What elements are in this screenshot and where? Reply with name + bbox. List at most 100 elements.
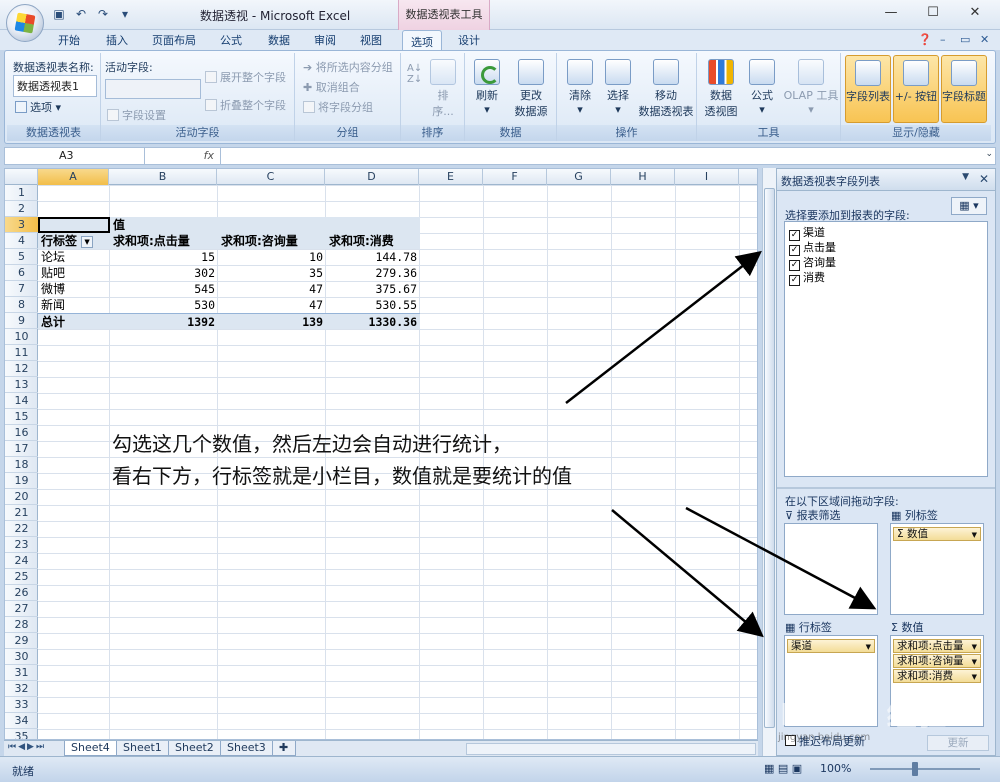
row-header[interactable]: 13 (5, 377, 38, 393)
pivot-row-label[interactable]: 新闻 (38, 297, 110, 313)
column-header[interactable]: A (38, 169, 109, 185)
row-header[interactable]: 28 (5, 617, 38, 633)
pivot-row-label-header[interactable]: 行标签 ▼ (38, 233, 110, 249)
column-header[interactable]: H (611, 169, 675, 185)
plus-minus-button[interactable]: +/- 按钮 (893, 55, 939, 123)
formula-expand-icon[interactable]: ⌄ (985, 149, 993, 159)
column-header[interactable]: B (109, 169, 217, 185)
ungroup-button[interactable]: ✚ 取消组合 (303, 79, 360, 95)
row-header[interactable]: 5 (5, 249, 38, 265)
chip-dropdown-icon[interactable]: ▼ (972, 641, 977, 652)
row-header[interactable]: 2 (5, 201, 38, 217)
clear-button[interactable]: 清除 ▾ (563, 59, 597, 116)
pivot-value[interactable]: 279.36 (326, 265, 420, 281)
field-settings-button[interactable]: 字段设置 (107, 107, 166, 123)
column-chip-values[interactable]: Σ 数值 ▼ (893, 527, 981, 541)
ribbon-restore-icon[interactable]: ▭ (960, 33, 970, 46)
customize-qat-icon[interactable]: ▾ (116, 6, 134, 22)
chip-dropdown-icon[interactable]: ▼ (972, 671, 977, 682)
sheet-tab[interactable]: Sheet1 (116, 741, 169, 756)
redo-icon[interactable]: ↷ (94, 6, 112, 22)
zoom-slider-handle[interactable] (912, 762, 918, 776)
pivot-row-label[interactable]: 微博 (38, 281, 110, 297)
refresh-button[interactable]: 刷新 ▾ (471, 59, 503, 116)
sheet-tab[interactable]: Sheet2 (168, 741, 221, 756)
tab-data[interactable]: 数据 (268, 32, 290, 48)
pivot-total-label[interactable]: 总计 (38, 313, 110, 329)
row-header[interactable]: 30 (5, 649, 38, 665)
tab-page-layout[interactable]: 页面布局 (152, 32, 196, 48)
minimize-button[interactable]: — (876, 3, 906, 23)
filter-dropdown-icon[interactable]: ▼ (81, 236, 94, 248)
pivot-name-input[interactable]: 数据透视表1 (13, 75, 97, 97)
pivot-chart-button[interactable]: 数据 透视图 (701, 59, 741, 119)
zoom-slider[interactable] (870, 768, 980, 770)
close-button[interactable]: ✕ (960, 3, 990, 23)
tab-home[interactable]: 开始 (58, 32, 80, 48)
tab-design[interactable]: 设计 (458, 32, 480, 48)
office-button[interactable] (6, 4, 44, 42)
row-header[interactable]: 10 (5, 329, 38, 345)
save-icon[interactable]: ▣ (50, 6, 68, 22)
row-chip-channel[interactable]: 渠道 ▼ (787, 639, 875, 653)
column-header[interactable]: I (675, 169, 739, 185)
select-all-corner[interactable] (5, 169, 38, 185)
tab-formulas[interactable]: 公式 (220, 32, 242, 48)
new-sheet-icon[interactable]: ✚ (272, 741, 296, 756)
row-header[interactable]: 24 (5, 553, 38, 569)
pivot-value[interactable]: 545 (110, 281, 218, 297)
move-pivot-button[interactable]: 移动 数据透视表 (637, 59, 695, 119)
name-box[interactable]: A3 (5, 148, 145, 164)
row-header[interactable]: 7 (5, 281, 38, 297)
sheet-nav-arrows-icon[interactable]: ⏮◀▶⏭ (8, 742, 46, 752)
maximize-button[interactable]: ☐ (918, 3, 948, 23)
pane-splitter[interactable] (777, 487, 995, 489)
field-item-spend[interactable]: ✓ 消费 (789, 269, 825, 286)
pivot-value[interactable]: 35 (218, 265, 326, 281)
pivot-corner-cell[interactable] (38, 217, 110, 233)
row-header[interactable]: 31 (5, 665, 38, 681)
row-header[interactable]: 32 (5, 681, 38, 697)
row-header[interactable]: 14 (5, 393, 38, 409)
horizontal-scrollbar[interactable] (466, 743, 756, 755)
scroll-thumb[interactable] (764, 188, 775, 728)
formulas-button[interactable]: 公式 ▾ (745, 59, 779, 116)
tab-review[interactable]: 审阅 (314, 32, 336, 48)
column-labels-area[interactable]: Σ 数值 ▼ (890, 523, 984, 615)
row-header[interactable]: 16 (5, 425, 38, 441)
select-button[interactable]: 选择 ▾ (601, 59, 635, 116)
tab-insert[interactable]: 插入 (106, 32, 128, 48)
row-header[interactable]: 19 (5, 473, 38, 489)
pivot-value[interactable]: 10 (218, 249, 326, 265)
pivot-row-label[interactable]: 贴吧 (38, 265, 110, 281)
row-header[interactable]: 15 (5, 409, 38, 425)
ribbon-close-icon[interactable]: ✕ (980, 33, 989, 46)
pivot-value[interactable]: 47 (218, 281, 326, 297)
row-header[interactable]: 12 (5, 361, 38, 377)
vertical-scrollbar[interactable] (762, 168, 776, 756)
column-header[interactable]: D (325, 169, 419, 185)
row-header[interactable]: 4 (5, 233, 38, 249)
sheet-tab[interactable]: Sheet4 (64, 741, 117, 756)
pivot-total-value[interactable]: 139 (218, 313, 326, 329)
collapse-field-button[interactable]: 折叠整个字段 (205, 97, 286, 113)
row-header[interactable]: 34 (5, 713, 38, 729)
row-header[interactable]: 20 (5, 489, 38, 505)
pivot-value[interactable]: 375.67 (326, 281, 420, 297)
field-list-button[interactable]: 字段列表 (845, 55, 891, 123)
sort-az-icon[interactable]: A↓ Z↓ (407, 63, 422, 85)
row-header[interactable]: 33 (5, 697, 38, 713)
ribbon-minimize-icon[interactable]: – (940, 33, 946, 46)
row-header[interactable]: 3 (5, 217, 38, 233)
row-header[interactable]: 9 (5, 313, 38, 329)
row-header[interactable]: 26 (5, 585, 38, 601)
row-header[interactable]: 35 (5, 729, 38, 739)
row-header[interactable]: 22 (5, 521, 38, 537)
report-filter-area[interactable] (784, 523, 878, 615)
pivot-options-button[interactable]: 选项 ▾ (15, 99, 61, 115)
olap-tools-button[interactable]: OLAP 工具 ▾ (783, 59, 839, 116)
expand-field-button[interactable]: 展开整个字段 (205, 69, 286, 85)
pivot-value[interactable]: 530.55 (326, 297, 420, 313)
column-header[interactable]: C (217, 169, 325, 185)
row-header[interactable]: 1 (5, 185, 38, 201)
